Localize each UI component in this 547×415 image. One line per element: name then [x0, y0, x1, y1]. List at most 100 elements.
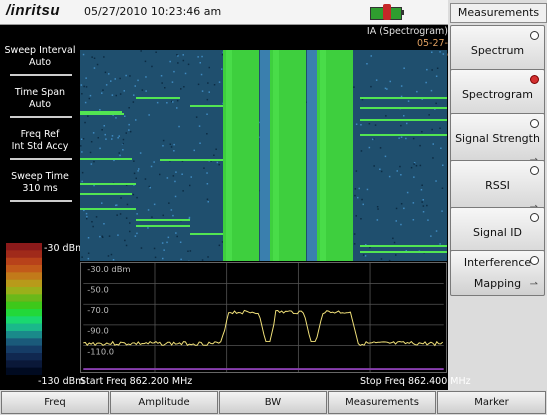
colorbar-step	[6, 353, 42, 361]
noise-dot	[92, 225, 94, 228]
noise-dot	[370, 85, 372, 88]
amplitude-button[interactable]: Amplitude	[110, 391, 218, 414]
noise-dot	[114, 78, 116, 80]
noise-dot	[136, 232, 138, 235]
noise-dot	[149, 186, 151, 189]
noise-dot	[182, 59, 185, 62]
radio-icon	[530, 31, 539, 40]
noise-dot	[439, 243, 441, 245]
noise-dot	[90, 141, 93, 143]
noise-dot	[218, 81, 221, 83]
stop-freq-label: Stop Freq 862.400 MHz	[360, 376, 471, 387]
noise-dot	[439, 51, 441, 53]
noise-dot	[379, 168, 381, 170]
noise-dot	[85, 77, 87, 79]
start-freq-label: Start Freq 862.200 MHz	[80, 376, 193, 387]
noise-dot	[207, 82, 209, 84]
noise-dot	[92, 132, 95, 134]
noise-dot	[181, 173, 183, 175]
noise-dot	[412, 202, 415, 204]
noise-dot	[151, 216, 153, 218]
freq-ref-label: Freq Ref	[20, 129, 60, 140]
measurements-button[interactable]: Measurements	[328, 391, 436, 414]
noise-dot	[153, 161, 155, 163]
noise-dot	[435, 75, 438, 77]
noise-dot	[163, 249, 165, 251]
noise-dot	[101, 202, 103, 204]
spectrum-trace-display: -30.0 dBm -50.0 -70.0 -90.0 -110.0	[80, 262, 447, 373]
softkey-label: Spectrogram	[461, 88, 534, 101]
noise-dot	[132, 193, 135, 196]
noise-dot	[366, 63, 368, 65]
noise-dot	[170, 209, 173, 211]
noise-dot	[132, 101, 135, 103]
noise-dot	[141, 89, 144, 91]
noise-dot	[174, 180, 176, 183]
noise-dot	[422, 205, 425, 207]
radio-icon	[530, 119, 539, 128]
noise-dot	[119, 213, 122, 215]
noise-dot	[413, 163, 415, 165]
noise-dot	[140, 50, 142, 52]
noise-dot	[355, 215, 357, 217]
noise-dot	[128, 129, 130, 131]
noise-dot	[208, 91, 210, 93]
noise-dot	[376, 206, 379, 208]
noise-dot	[425, 81, 427, 84]
noise-dot	[129, 130, 132, 133]
ref-level-label: -30.0 dBm	[87, 264, 130, 274]
noise-dot	[400, 95, 403, 98]
noise-dot	[353, 233, 356, 235]
noise-dot	[416, 90, 418, 93]
noise-dot	[170, 146, 173, 148]
colorbar-step	[6, 265, 42, 273]
colorbar-step	[6, 294, 42, 302]
noise-dot	[147, 209, 150, 211]
noise-dot	[426, 204, 428, 207]
noise-dot	[102, 89, 104, 91]
noise-dot	[395, 254, 397, 256]
noise-dot	[189, 250, 192, 252]
noise-dot	[199, 62, 201, 64]
noise-dot	[375, 79, 378, 81]
noise-dot	[108, 73, 110, 75]
noise-dot	[201, 259, 204, 261]
freq-button[interactable]: Freq	[1, 391, 109, 414]
noise-dot	[169, 60, 171, 63]
bw-button[interactable]: BW	[219, 391, 327, 414]
noise-dot	[384, 87, 387, 90]
noise-dot	[368, 123, 371, 125]
colorbar-max-label: -30 dBm	[44, 243, 85, 254]
noise-dot	[207, 201, 209, 203]
radio-icon	[530, 166, 539, 175]
noise-dot	[354, 194, 356, 197]
sweep-interval-value: Auto	[28, 57, 52, 68]
noise-dot	[422, 199, 424, 201]
noise-dot	[430, 235, 432, 237]
noise-dot	[197, 56, 199, 58]
noise-dot	[368, 146, 371, 149]
noise-dot	[134, 235, 137, 237]
noise-dot	[167, 236, 170, 239]
noise-dot	[207, 256, 209, 258]
marker-button[interactable]: Marker	[437, 391, 546, 414]
noise-dot	[175, 232, 177, 234]
colorbar-min-label: -130 dBm	[38, 376, 85, 387]
softkey-label: Spectrum	[470, 44, 525, 57]
noise-dot	[184, 72, 187, 75]
noise-dot	[221, 68, 223, 70]
grid-label: -90.0	[87, 326, 109, 336]
noise-dot	[137, 170, 139, 172]
anritsu-logo: /inritsu	[6, 2, 61, 19]
noise-dot	[206, 113, 208, 115]
noise-dot	[140, 247, 143, 249]
noise-dot	[144, 60, 147, 63]
noise-dot	[176, 235, 178, 238]
noise-dot	[208, 66, 210, 69]
softkey-interference-mapping[interactable]: Interference Mapping ⇀	[450, 250, 545, 296]
noise-dot	[386, 88, 388, 90]
noise-dot	[201, 55, 203, 58]
divider	[10, 200, 72, 202]
noise-dot	[426, 68, 428, 71]
noise-dot	[428, 114, 430, 116]
